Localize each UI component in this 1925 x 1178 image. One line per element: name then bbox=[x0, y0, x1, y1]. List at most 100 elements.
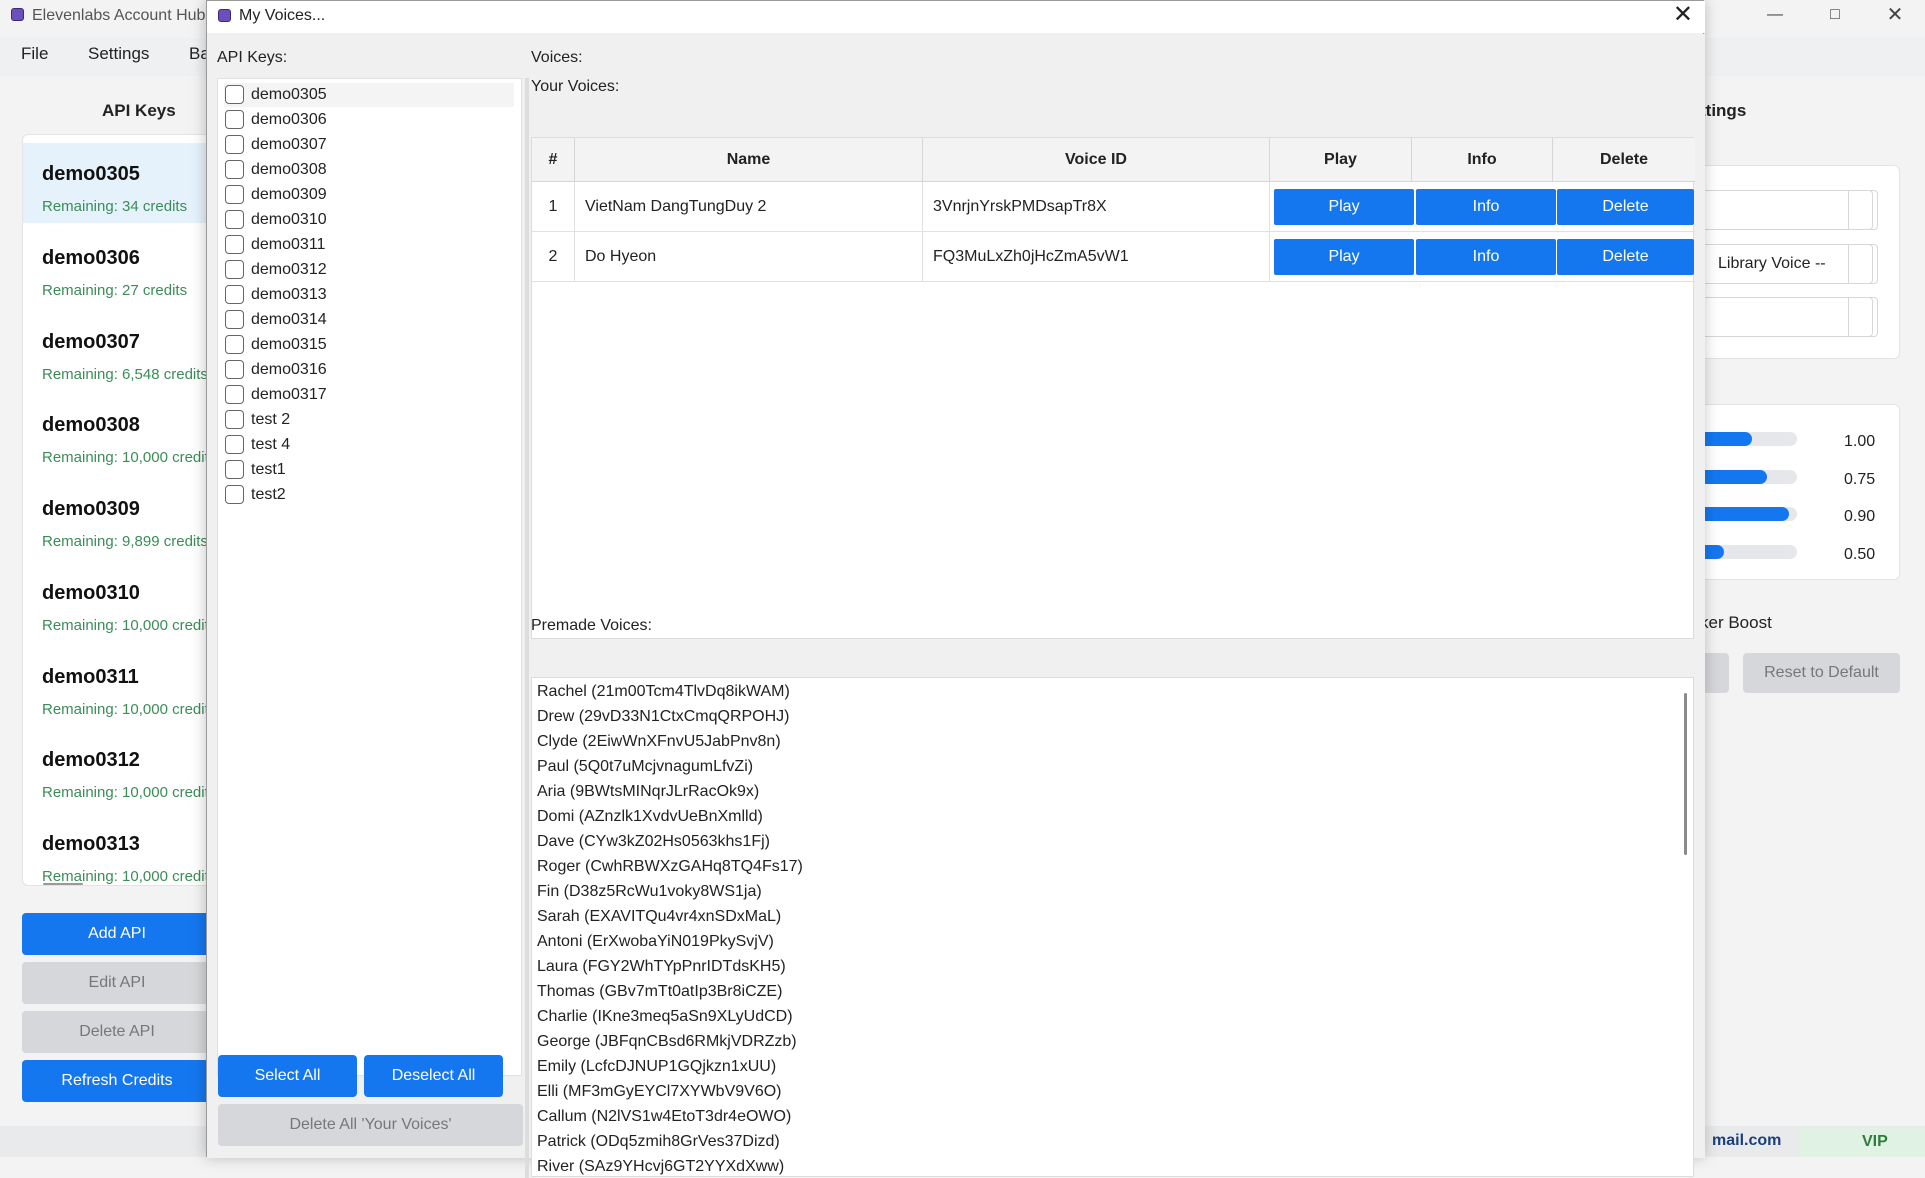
maximize-icon[interactable]: □ bbox=[1805, 0, 1865, 32]
menu-file[interactable]: File bbox=[21, 44, 48, 64]
key-row[interactable]: demo0313 bbox=[224, 283, 514, 307]
select-all-button[interactable]: Select All bbox=[218, 1055, 357, 1097]
reset-to-default-button[interactable]: Reset to Default bbox=[1743, 653, 1900, 693]
column-header-number[interactable]: # bbox=[532, 138, 575, 182]
info-button[interactable]: Info bbox=[1416, 189, 1556, 225]
account-item[interactable]: demo0306 Remaining: 27 credits bbox=[23, 227, 211, 307]
key-row[interactable]: demo0317 bbox=[224, 383, 514, 407]
checkbox[interactable] bbox=[225, 210, 244, 229]
checkbox[interactable] bbox=[225, 135, 244, 154]
checkbox[interactable] bbox=[225, 310, 244, 329]
key-row[interactable]: test 4 bbox=[224, 433, 514, 457]
checkbox[interactable] bbox=[225, 410, 244, 429]
checkbox[interactable] bbox=[225, 110, 244, 129]
account-list[interactable]: demo0305 Remaining: 34 credits demo0306 … bbox=[22, 134, 212, 886]
info-button[interactable]: Info bbox=[1416, 239, 1556, 275]
checkbox[interactable] bbox=[225, 485, 244, 504]
key-row[interactable]: test2 bbox=[224, 483, 514, 507]
list-item[interactable]: Laura (FGY2WhTYpPnrIDTdsKH5) bbox=[537, 958, 786, 976]
refresh-credits-button[interactable]: Refresh Credits bbox=[22, 1060, 212, 1102]
list-scrollbar[interactable] bbox=[43, 883, 83, 885]
key-row[interactable]: demo0314 bbox=[224, 308, 514, 332]
pane-splitter[interactable] bbox=[525, 78, 529, 1178]
list-item[interactable]: Charlie (IKne3meq5aSn9XLyUdCD) bbox=[537, 1008, 793, 1026]
list-item[interactable]: Dave (CYw3kZ02Hs0563khs1Fj) bbox=[537, 833, 770, 851]
key-row[interactable]: demo0305 bbox=[224, 83, 514, 107]
list-item[interactable]: Antoni (ErXwobaYiN019PkySvjV) bbox=[537, 933, 774, 951]
list-item[interactable]: Rachel (21m00Tcm4TlvDq8ikWAM) bbox=[537, 683, 790, 701]
checkbox[interactable] bbox=[225, 335, 244, 354]
key-row[interactable]: demo0312 bbox=[224, 258, 514, 282]
key-row[interactable]: demo0309 bbox=[224, 183, 514, 207]
key-row[interactable]: demo0306 bbox=[224, 108, 514, 132]
stability-slider[interactable] bbox=[1691, 432, 1797, 446]
list-scrollbar[interactable] bbox=[1684, 693, 1687, 855]
list-item[interactable]: Thomas (GBv7mTt0atIp3Br8iCZE) bbox=[537, 983, 782, 1001]
key-row[interactable]: test1 bbox=[224, 458, 514, 482]
checkbox[interactable] bbox=[225, 85, 244, 104]
account-item[interactable]: demo0309 Remaining: 9,899 credits bbox=[23, 478, 211, 558]
column-header-info[interactable]: Info bbox=[1412, 138, 1553, 182]
key-row[interactable]: demo0311 bbox=[224, 233, 514, 257]
checkbox[interactable] bbox=[225, 185, 244, 204]
key-row[interactable]: demo0316 bbox=[224, 358, 514, 382]
list-item[interactable]: Elli (MF3mGyEYCl7XYWbV9V6O) bbox=[537, 1083, 782, 1101]
column-header-name[interactable]: Name bbox=[575, 138, 923, 182]
play-button[interactable]: Play bbox=[1274, 239, 1414, 275]
list-item[interactable]: Paul (5Q0t7uMcjvnagumLfvZi) bbox=[537, 758, 753, 776]
account-item[interactable]: demo0305 Remaining: 34 credits bbox=[23, 143, 211, 223]
speed-slider[interactable] bbox=[1691, 545, 1797, 559]
checkbox[interactable] bbox=[225, 285, 244, 304]
checkbox[interactable] bbox=[225, 360, 244, 379]
style-slider[interactable] bbox=[1691, 507, 1797, 521]
list-item[interactable]: Roger (CwhRBWXzGAHq8TQ4Fs17) bbox=[537, 858, 803, 876]
menu-settings[interactable]: Settings bbox=[88, 44, 149, 64]
list-item[interactable]: Fin (D38z5RcWu1voky8WS1ja) bbox=[537, 883, 762, 901]
delete-button[interactable]: Delete bbox=[1557, 239, 1694, 275]
list-item[interactable]: Clyde (2EiwWnXFnvU5JabPnv8n) bbox=[537, 733, 781, 751]
minimize-icon[interactable]: — bbox=[1745, 0, 1805, 32]
account-item[interactable]: demo0307 Remaining: 6,548 credits bbox=[23, 311, 211, 391]
dropdown-toggle[interactable] bbox=[1848, 244, 1878, 284]
account-item[interactable]: demo0313 Remaining: 10,000 credits bbox=[23, 813, 211, 885]
list-item[interactable]: Sarah (EXAVITQu4vr4xnSDxMaL) bbox=[537, 908, 781, 926]
checkbox[interactable] bbox=[225, 260, 244, 279]
checkbox[interactable] bbox=[225, 160, 244, 179]
column-header-delete[interactable]: Delete bbox=[1553, 138, 1695, 182]
list-item[interactable]: George (JBFqnCBsd6RMkjVDRZzb) bbox=[537, 1033, 797, 1051]
edit-api-button[interactable]: Edit API bbox=[22, 962, 212, 1004]
deselect-all-button[interactable]: Deselect All bbox=[364, 1055, 503, 1097]
list-item[interactable]: River (SAz9YHcvj6GT2YYXdXww) bbox=[537, 1158, 784, 1176]
list-item[interactable]: Callum (N2lVS1w4EtoT3dr4eOWO) bbox=[537, 1108, 791, 1126]
delete-button[interactable]: Delete bbox=[1557, 189, 1694, 225]
list-item[interactable]: Emily (LcfcDJNUP1GQjkzn1xUU) bbox=[537, 1058, 776, 1076]
dropdown-toggle[interactable] bbox=[1848, 190, 1878, 230]
key-row[interactable]: demo0308 bbox=[224, 158, 514, 182]
list-item[interactable]: Drew (29vD33N1CtxCmqQRPOHJ) bbox=[537, 708, 790, 726]
checkbox[interactable] bbox=[225, 235, 244, 254]
close-icon[interactable]: ✕ bbox=[1865, 0, 1925, 32]
checkbox[interactable] bbox=[225, 460, 244, 479]
column-header-voice-id[interactable]: Voice ID bbox=[923, 138, 1270, 182]
list-item[interactable]: Patrick (ODq5zmih8GrVes37Dizd) bbox=[537, 1133, 780, 1151]
key-row[interactable]: test 2 bbox=[224, 408, 514, 432]
delete-api-button[interactable]: Delete API bbox=[22, 1011, 212, 1053]
key-row[interactable]: demo0307 bbox=[224, 133, 514, 157]
premade-voices-list[interactable]: Rachel (21m00Tcm4TlvDq8ikWAM) Drew (29vD… bbox=[531, 677, 1694, 1177]
add-api-button[interactable]: Add API bbox=[22, 913, 212, 955]
settings-input[interactable] bbox=[1691, 190, 1873, 230]
similarity-slider[interactable] bbox=[1691, 470, 1797, 484]
list-item[interactable]: Domi (AZnzlk1XvdvUeBnXmlld) bbox=[537, 808, 763, 826]
delete-all-your-voices-button[interactable]: Delete All 'Your Voices' bbox=[218, 1104, 523, 1146]
settings-input[interactable] bbox=[1691, 297, 1873, 337]
checkbox[interactable] bbox=[225, 385, 244, 404]
play-button[interactable]: Play bbox=[1274, 189, 1414, 225]
account-item[interactable]: demo0310 Remaining: 10,000 credits bbox=[23, 562, 211, 642]
key-row[interactable]: demo0315 bbox=[224, 333, 514, 357]
checkbox[interactable] bbox=[225, 435, 244, 454]
close-icon[interactable]: ✕ bbox=[1673, 1, 1693, 29]
dropdown-toggle[interactable] bbox=[1848, 297, 1878, 337]
account-item[interactable]: demo0308 Remaining: 10,000 credits bbox=[23, 394, 211, 474]
column-header-play[interactable]: Play bbox=[1270, 138, 1412, 182]
account-item[interactable]: demo0312 Remaining: 10,000 credits bbox=[23, 729, 211, 809]
